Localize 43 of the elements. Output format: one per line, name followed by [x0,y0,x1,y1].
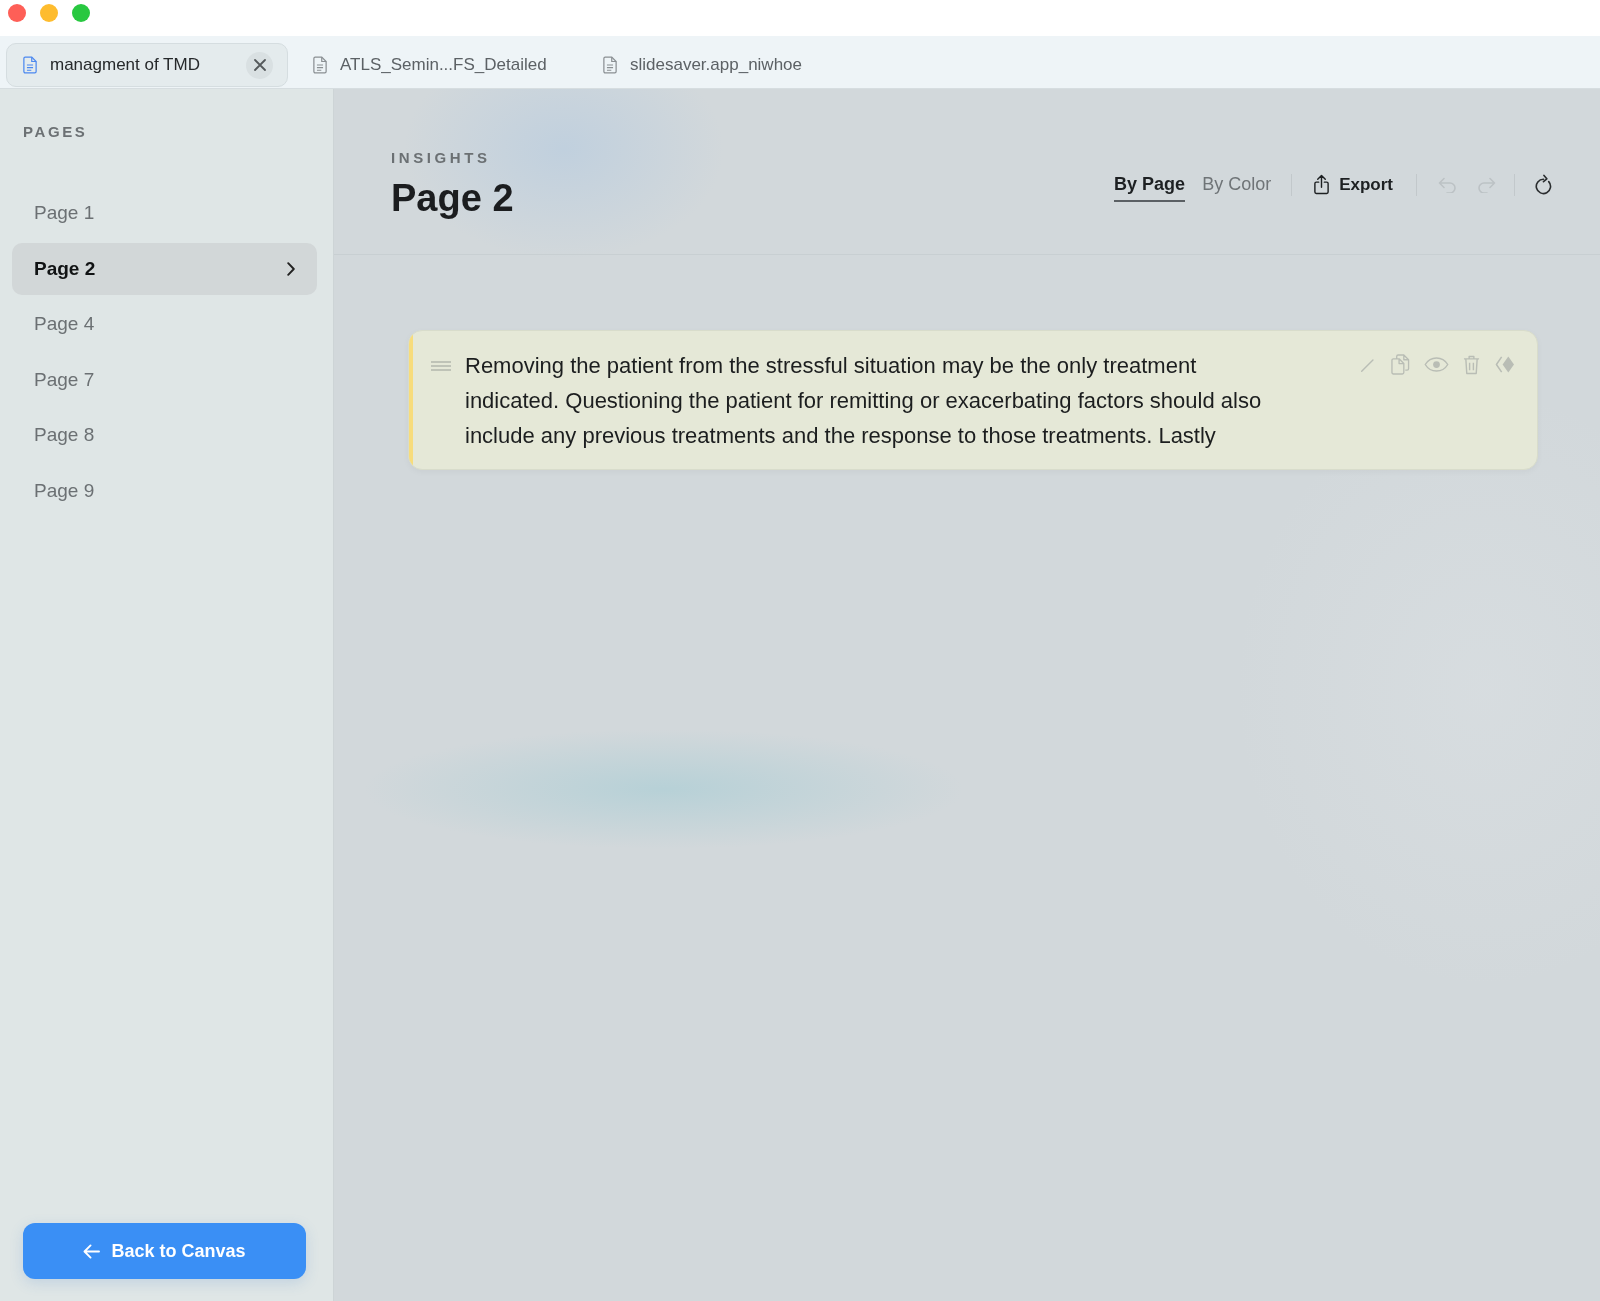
page-label: Page 2 [34,257,96,280]
close-tab-button[interactable] [246,51,273,79]
page-list-item[interactable]: Page 4 [12,298,317,350]
section-eyebrow: INSIGHTS [391,149,492,167]
document-tab[interactable]: managment of TMD [6,43,288,87]
document-tab[interactable]: slidesaver.app_niwhoe [586,43,868,87]
copy-icon[interactable] [1391,354,1410,375]
page-label: Page 1 [34,202,95,224]
page-label: Page 8 [34,424,95,446]
close-icon [253,59,266,71]
zoom-window-button[interactable] [72,3,90,22]
highlight-text: Removing the patient from the stressful situation may be the only treatment indicated. Questioning the patient for remitting or exacerbating factors should also include any previous treatments and the response to those treatments. Lastly [465,352,1263,450]
arrow-left-icon [83,1243,101,1259]
view-tab[interactable]: By Page [1114,174,1186,202]
page-list-item[interactable]: Page 8 [12,409,317,461]
minimize-window-button[interactable] [40,3,58,22]
eye-icon[interactable] [1424,357,1449,372]
diamond-icon[interactable] [1494,355,1515,374]
chevron-right-icon [287,261,295,276]
share-icon [1313,174,1331,195]
page-title: Page 2 [391,176,514,220]
page-label: Page 4 [34,313,95,335]
view-tab[interactable]: By Color [1202,174,1272,202]
page-list-item[interactable]: Page 9 [12,464,317,517]
drag-handle-icon[interactable] [431,361,451,371]
document-icon [603,56,617,74]
tab-label: managment of TMD [50,55,200,75]
tab-label: ATLS_Semin...FS_Detailed [340,55,547,75]
page-label: Page 9 [34,479,95,502]
document-icon [23,56,37,74]
page-label: Page 7 [34,368,95,391]
page-list-item[interactable]: Page 7 [12,353,317,406]
close-window-button[interactable] [8,3,26,22]
back-to-canvas-button[interactable]: Back to Canvas [23,1223,306,1279]
page-list-item[interactable]: Page 2 [12,242,317,295]
refresh-icon[interactable] [1534,174,1553,195]
trash-icon[interactable] [1463,354,1480,375]
page-list-item[interactable]: Page 1 [12,187,317,239]
tab-label: slidesaver.app_niwhoe [630,55,802,75]
document-icon [313,56,327,74]
document-tab[interactable]: ATLS_Semin...FS_Detailed [296,43,578,87]
export-button[interactable]: Export [1313,174,1393,195]
sidebar-heading: PAGES [23,123,89,141]
